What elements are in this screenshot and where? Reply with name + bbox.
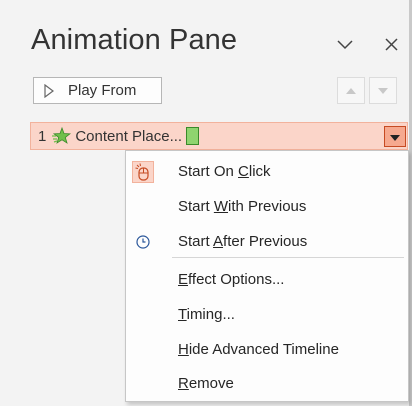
triangle-down-icon	[390, 128, 400, 146]
menu-item-label: Timing...	[178, 305, 235, 323]
pane-title: Animation Pane	[31, 24, 238, 56]
menu-item-label: Start After Previous	[178, 232, 308, 250]
triangle-down-icon	[377, 82, 389, 100]
menu-item-start-after-previous[interactable]: Start After Previous	[126, 226, 408, 256]
menu-item-timing[interactable]: Timing...	[126, 299, 408, 329]
menu-item-remove[interactable]: Remove	[126, 368, 408, 398]
menu-separator	[172, 257, 404, 258]
triangle-up-icon	[345, 82, 357, 100]
chevron-down-icon[interactable]	[335, 34, 355, 54]
move-earlier-button[interactable]	[337, 77, 365, 104]
mouse-click-icon	[132, 161, 154, 183]
animation-options-dropdown[interactable]	[384, 126, 406, 147]
play-from-label: Play From	[68, 82, 137, 99]
menu-item-start-on-click[interactable]: Start On Click	[126, 156, 408, 186]
menu-item-hide-advanced-timeline[interactable]: Hide Advanced Timeline	[126, 334, 408, 364]
menu-item-start-with-previous[interactable]: Start With Previous	[126, 191, 408, 221]
menu-item-effect-options[interactable]: Effect Options...	[126, 264, 408, 294]
play-icon	[43, 83, 55, 98]
menu-item-label: Start With Previous	[178, 197, 307, 215]
animation-pane: Animation Pane Play From 1 Content Place…	[0, 0, 412, 406]
clock-icon	[132, 231, 154, 253]
menu-item-label: Hide Advanced Timeline	[178, 340, 339, 358]
close-icon[interactable]	[382, 34, 402, 54]
menu-item-label: Effect Options...	[178, 270, 285, 288]
animation-target-name: Content Place...	[75, 127, 183, 145]
menu-item-label: Remove	[178, 374, 234, 392]
animation-context-menu: Start On Click Start With Previous Start…	[125, 150, 409, 402]
animation-order-number: 1	[38, 127, 47, 145]
entrance-effect-star-icon	[51, 126, 72, 145]
play-from-button[interactable]: Play From	[33, 77, 162, 104]
animation-list-item[interactable]: 1 Content Place...	[30, 122, 408, 150]
timing-bar	[186, 127, 200, 145]
move-later-button[interactable]	[369, 77, 397, 104]
menu-item-label: Start On Click	[178, 162, 271, 180]
